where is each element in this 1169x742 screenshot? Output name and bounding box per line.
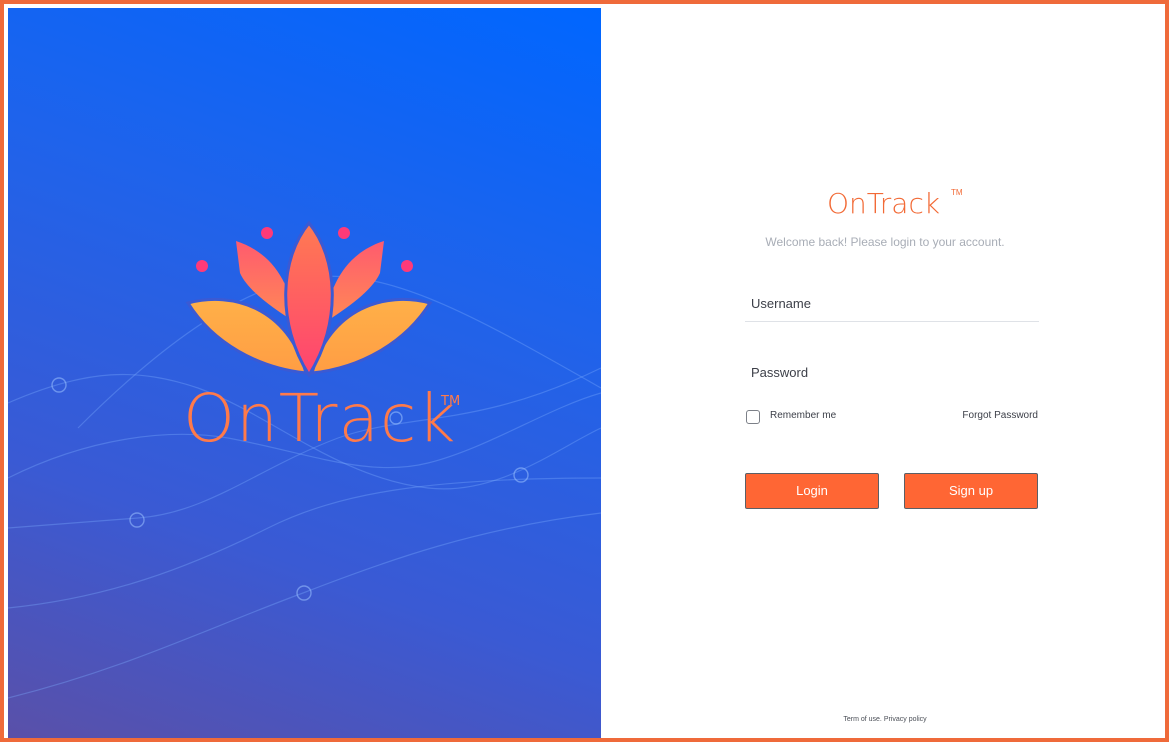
login-panel: OnTrack TM Welcome back! Please login to…	[601, 8, 1165, 738]
lotus-icon	[185, 220, 433, 378]
trademark-symbol: TM	[441, 394, 461, 409]
username-underline	[745, 321, 1039, 322]
forgot-password-link[interactable]: Forgot Password	[962, 410, 1038, 421]
brand-panel: OnTrack TM	[8, 8, 601, 738]
app-window: OnTrack TM OnTrack TM Welcome back! Plea…	[0, 0, 1169, 742]
privacy-link[interactable]: Privacy policy	[884, 716, 927, 723]
terms-link[interactable]: Term of use.	[843, 716, 882, 723]
footer: Term of use. Privacy policy	[601, 716, 1165, 723]
remember-me-checkbox[interactable]	[746, 410, 760, 424]
remember-me-label: Remember me	[770, 410, 837, 421]
password-input[interactable]	[745, 368, 1043, 392]
welcome-message: Welcome back! Please login to your accou…	[765, 235, 1005, 249]
login-trademark: TM	[951, 188, 963, 197]
signup-button[interactable]: Sign up	[904, 473, 1038, 509]
login-button[interactable]: Login	[745, 473, 879, 509]
login-logo: OnTrack	[827, 187, 941, 220]
username-input[interactable]	[745, 298, 1043, 322]
brand-wordmark: OnTrack	[183, 380, 457, 457]
